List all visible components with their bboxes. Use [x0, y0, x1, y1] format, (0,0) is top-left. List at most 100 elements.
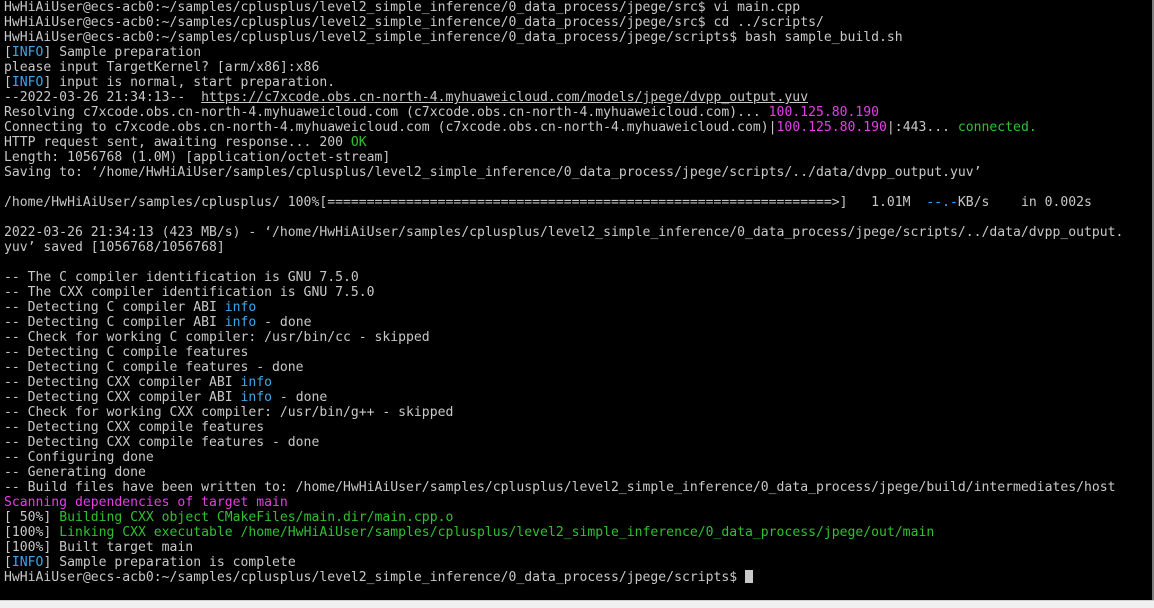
terminal-line: Saving to: ‘/home/HwHiAiUser/samples/cpl… [4, 165, 1123, 180]
terminal-text: Resolving c7xcode.obs.cn-north-4.myhuawe… [4, 105, 769, 120]
terminal-text: info [224, 300, 257, 315]
terminal-line: HwHiAiUser@ecs-acb0:~/samples/cplusplus/… [4, 15, 1123, 30]
terminal-text: ] Sample preparation is complete [43, 555, 296, 570]
terminal-text: -- Detecting C compile features [4, 345, 249, 360]
terminal-line: [ 50%] Building CXX object CMakeFiles/ma… [4, 510, 1123, 525]
terminal-text: yuv’ saved [1056768/1056768] [4, 240, 225, 255]
terminal-window[interactable]: HwHiAiUser@ecs-acb0:~/samples/cplusplus/… [0, 0, 1154, 600]
terminal-text: [100%] Built target main [4, 540, 194, 555]
text-cursor [745, 570, 754, 583]
terminal-output: HwHiAiUser@ecs-acb0:~/samples/cplusplus/… [4, 0, 1123, 585]
terminal-line: -- Detecting C compile features - done [4, 360, 1123, 375]
terminal-text: -- Detecting C compiler ABI [4, 300, 225, 315]
terminal-line: [100%] Built target main [4, 540, 1123, 555]
terminal-text: -- Detecting CXX compile features [4, 420, 265, 435]
terminal-text: Linking CXX executable /home/HwHiAiUser/… [59, 525, 935, 540]
terminal-text: |:443... [886, 120, 958, 135]
terminal-line: Scanning dependencies of target main [4, 495, 1123, 510]
url-link[interactable]: https://c7xcode.obs.cn-north-4.myhuaweic… [201, 90, 808, 105]
terminal-line: -- Configuring done [4, 450, 1123, 465]
terminal-text: connected. [957, 120, 1037, 135]
terminal-text: KB/s in 0.002s [957, 195, 1092, 210]
terminal-line: -- Detecting C compile features [4, 345, 1123, 360]
terminal-line: -- Check for working C compiler: /usr/bi… [4, 330, 1123, 345]
terminal-text: [ [4, 75, 12, 90]
terminal-text: [ [4, 45, 12, 60]
terminal-text: -- The C compiler identification is GNU … [4, 270, 359, 285]
terminal-text: -- Detecting C compiler ABI [4, 315, 225, 330]
terminal-line: -- Build files have been written to: /ho… [4, 480, 1123, 495]
terminal-line: -- Generating done [4, 465, 1123, 480]
terminal-text: info [240, 390, 273, 405]
terminal-line: -- Detecting CXX compile features [4, 420, 1123, 435]
terminal-line: HTTP request sent, awaiting response... … [4, 135, 1123, 150]
terminal-line: yuv’ saved [1056768/1056768] [4, 240, 1123, 255]
terminal-text: 100.125.80.190 [768, 105, 880, 120]
terminal-text: HTTP request sent, awaiting response... … [4, 135, 351, 150]
terminal-line: HwHiAiUser@ecs-acb0:~/samples/cplusplus/… [4, 0, 1123, 15]
terminal-line: Connecting to c7xcode.obs.cn-north-4.myh… [4, 120, 1123, 135]
terminal-text: Length: 1056768 (1.0M) [application/octe… [4, 150, 391, 165]
terminal-text: OK [350, 135, 367, 150]
terminal-text: --2022-03-26 21:34:13-- [4, 90, 202, 105]
terminal-text: - done [256, 315, 312, 330]
terminal-text: -- Detecting CXX compiler ABI [4, 375, 241, 390]
terminal-text: ] input is normal, start preparation. [43, 75, 336, 90]
terminal-line: -- The CXX compiler identification is GN… [4, 285, 1123, 300]
terminal-text: 100.125.80.190 [776, 120, 887, 135]
terminal-text: please input TargetKernel? [arm/x86]:x86 [4, 60, 320, 75]
terminal-text: -- Check for working C compiler: /usr/bi… [4, 330, 430, 345]
terminal-text: Scanning dependencies of target main [4, 495, 288, 510]
terminal-text: - done [272, 390, 328, 405]
terminal-text: --.- [926, 195, 958, 210]
terminal-text: [ [4, 555, 12, 570]
terminal-line: HwHiAiUser@ecs-acb0:~/samples/cplusplus/… [4, 30, 1123, 45]
terminal-line: -- Detecting CXX compile features - done [4, 435, 1123, 450]
terminal-line: [INFO] input is normal, start preparatio… [4, 75, 1123, 90]
terminal-text: INFO [11, 45, 44, 60]
terminal-line: /home/HwHiAiUser/samples/cplusplus/ 100%… [4, 195, 1123, 210]
terminal-text: Connecting to c7xcode.obs.cn-north-4.myh… [4, 120, 777, 135]
terminal-text: INFO [11, 555, 44, 570]
terminal-text: -- Detecting CXX compile features - done [4, 435, 320, 450]
terminal-text: -- Configuring done [4, 450, 154, 465]
terminal-line: [INFO] Sample preparation is complete [4, 555, 1123, 570]
terminal-text: 2022-03-26 21:34:13 (423 MB/s) - ‘/home/… [4, 225, 1124, 240]
terminal-text: -- Check for working CXX compiler: /usr/… [4, 405, 454, 420]
terminal-text: info [240, 375, 273, 390]
terminal-text: -- Detecting C compile features - done [4, 360, 304, 375]
terminal-line: please input TargetKernel? [arm/x86]:x86 [4, 60, 1123, 75]
terminal-line: --2022-03-26 21:34:13-- https://c7xcode.… [4, 90, 1123, 105]
terminal-text: INFO [11, 75, 44, 90]
terminal-line: -- Check for working CXX compiler: /usr/… [4, 405, 1123, 420]
terminal-text: [ 50%] [4, 510, 60, 525]
terminal-line: -- The C compiler identification is GNU … [4, 270, 1123, 285]
terminal-text: -- Generating done [4, 465, 146, 480]
terminal-text: [100%] [4, 525, 60, 540]
terminal-text: -- Detecting CXX compiler ABI [4, 390, 241, 405]
terminal-line: -- Detecting C compiler ABI info - done [4, 315, 1123, 330]
terminal-line: -- Detecting CXX compiler ABI info - don… [4, 390, 1123, 405]
terminal-text: HwHiAiUser@ecs-acb0:~/samples/cplusplus/… [4, 30, 903, 45]
terminal-line: [100%] Linking CXX executable /home/HwHi… [4, 525, 1123, 540]
terminal-text: Building CXX object CMakeFiles/main.dir/… [59, 510, 454, 525]
terminal-text: Saving to: ‘/home/HwHiAiUser/samples/cpl… [4, 165, 982, 180]
status-bar [0, 600, 1154, 608]
terminal-text: HwHiAiUser@ecs-acb0:~/samples/cplusplus/… [4, 570, 746, 585]
terminal-text: -- The CXX compiler identification is GN… [4, 285, 375, 300]
terminal-text: /home/HwHiAiUser/samples/cplusplus/ 100%… [4, 195, 927, 210]
terminal-line: 2022-03-26 21:34:13 (423 MB/s) - ‘/home/… [4, 225, 1123, 240]
terminal-line: Length: 1056768 (1.0M) [application/octe… [4, 150, 1123, 165]
terminal-text: info [224, 315, 257, 330]
terminal-line: HwHiAiUser@ecs-acb0:~/samples/cplusplus/… [4, 570, 1123, 585]
terminal-line: Resolving c7xcode.obs.cn-north-4.myhuawe… [4, 105, 1123, 120]
terminal-text: ] Sample preparation [43, 45, 202, 60]
terminal-text: HwHiAiUser@ecs-acb0:~/samples/cplusplus/… [4, 0, 801, 15]
terminal-line: -- Detecting C compiler ABI info [4, 300, 1123, 315]
terminal-line: -- Detecting CXX compiler ABI info [4, 375, 1123, 390]
terminal-line: [INFO] Sample preparation [4, 45, 1123, 60]
terminal-text: HwHiAiUser@ecs-acb0:~/samples/cplusplus/… [4, 15, 824, 30]
